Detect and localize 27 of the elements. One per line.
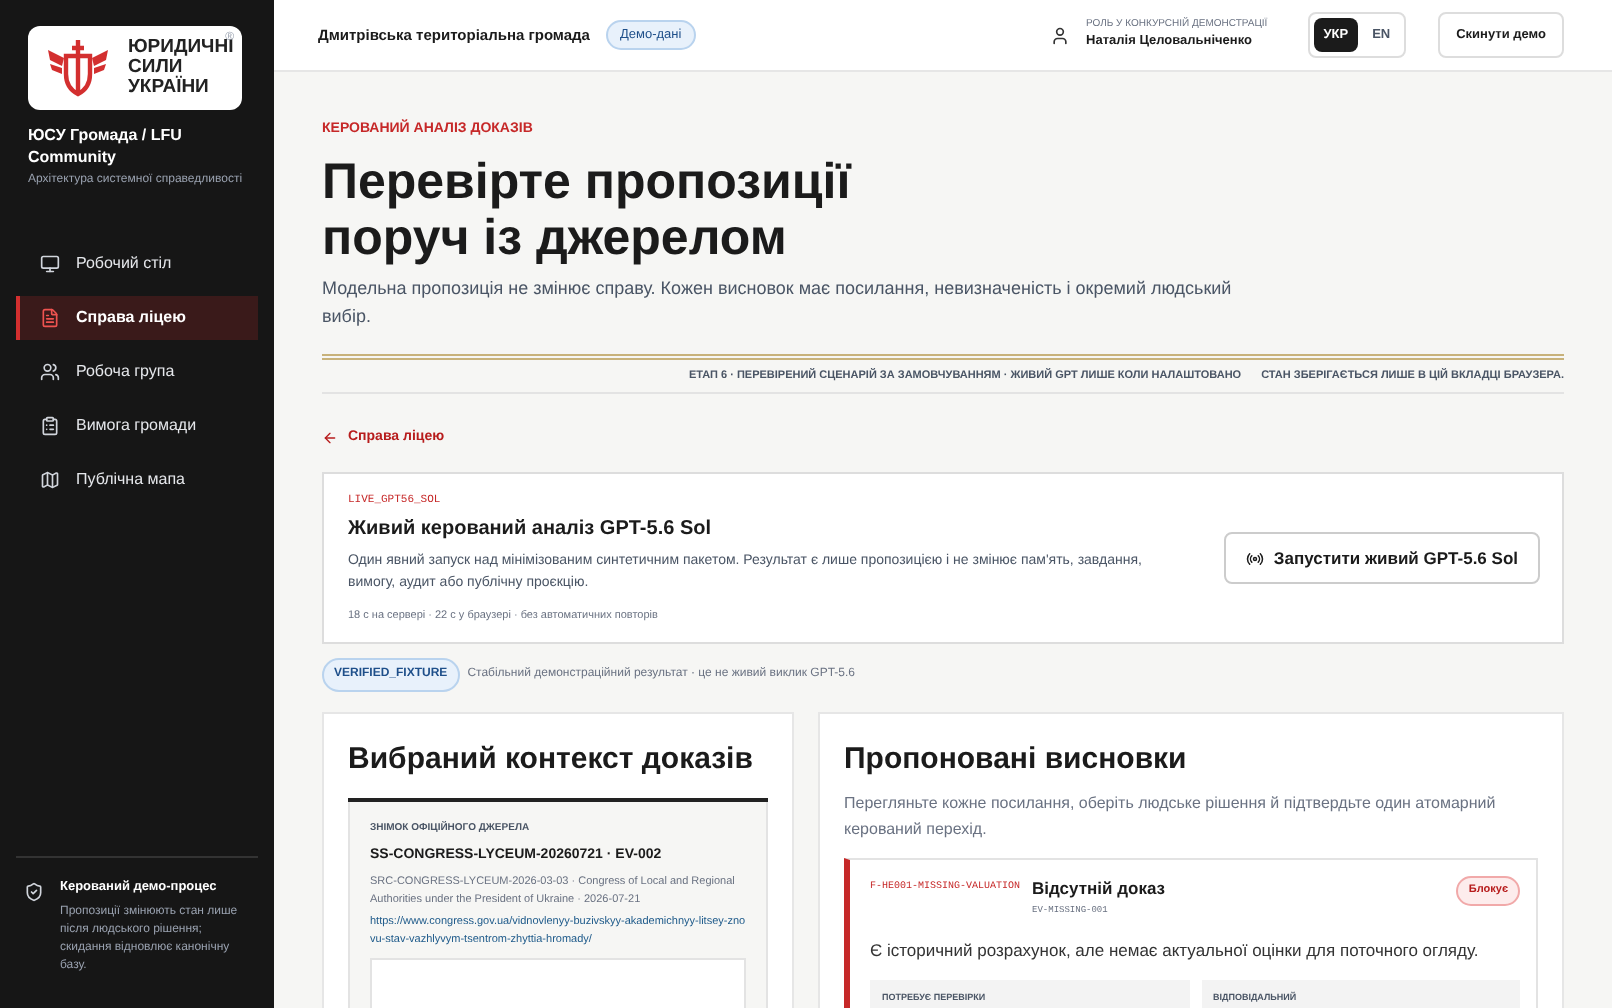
org-name: ЮСУ Громада / LFU Community [26,124,184,168]
finding-summary: Є історичний розрахунок, але немає актуальної оцінки для поточного огляду. [870,937,1481,963]
live-title: Живий керований аналіз GPT-5.6 Sol [348,515,713,543]
page-subtitle: Модельна пропозиція не змінює справу. Кожен висновок має посилання, невизначеність і окремий людський вибір. [322,275,1234,329]
sidebar-item[interactable]: Вимога громади [16,404,258,448]
sidebar-item[interactable]: Робоча група [16,350,258,394]
sidebar-item[interactable]: Публічна мапа [16,458,258,502]
findings-title: Пропоновані висновки [844,739,1189,780]
sidebar-item[interactable]: Справа ліцею [16,296,258,340]
page-title: Перевірте пропозиції поруч із джерелом [322,153,854,265]
logo-text: СИЛИ [128,58,183,78]
user-icon [1050,25,1071,45]
broadcast-icon [1245,549,1264,567]
nav-icon [40,254,60,274]
sidebar-item[interactable]: Робочий стіл [16,242,258,286]
shield-check-icon [24,882,44,903]
nav-icon [40,308,60,328]
nav-icon [40,470,60,490]
logo-text: ЮРИДИЧНІ [128,38,234,58]
finding-title: Відсутній доказ [1032,876,1166,902]
logo-text: УКРАЇНИ [128,78,211,98]
findings-intro: Перегляньте кожне посилання, оберіть людське рішення й підтвердьте один атомарний керований перехід. [844,792,1498,843]
nav-icon [40,416,60,436]
arrow-left-icon [322,430,338,446]
nav-icon [40,362,60,382]
run-live-button[interactable]: Запустити живий GPT-5.6 Sol [1223,531,1540,585]
winged-sword-shield-icon [44,38,112,98]
